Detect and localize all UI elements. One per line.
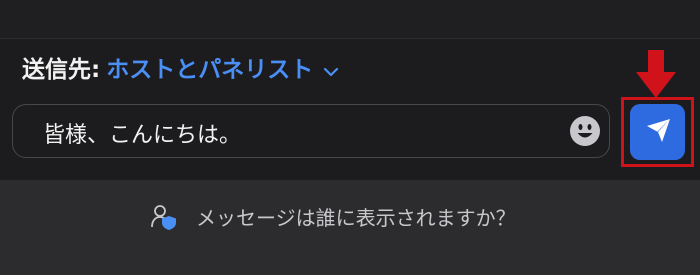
visibility-info[interactable]: メッセージは誰に表示されますか？	[150, 202, 516, 231]
send-button[interactable]	[630, 104, 685, 160]
send-icon	[644, 116, 672, 148]
recipient-value[interactable]: ホストとパネリスト	[106, 50, 313, 84]
footer: メッセージは誰に表示されますか？	[0, 180, 700, 275]
recipient-label: 送信先:	[22, 57, 101, 83]
emoji-icon[interactable]	[569, 115, 601, 147]
user-shield-icon	[150, 203, 178, 231]
message-input[interactable]: 皆様、こんにちは。	[12, 104, 610, 158]
visibility-question[interactable]: メッセージは誰に表示されますか？	[196, 202, 516, 231]
arrow-down-icon	[636, 50, 676, 98]
recipient-selector[interactable]: 送信先: ホストとパネリスト	[22, 50, 339, 84]
message-input-text[interactable]: 皆様、こんにちは。	[43, 117, 241, 149]
top-bar	[0, 0, 700, 39]
chevron-down-icon[interactable]	[323, 62, 339, 77]
